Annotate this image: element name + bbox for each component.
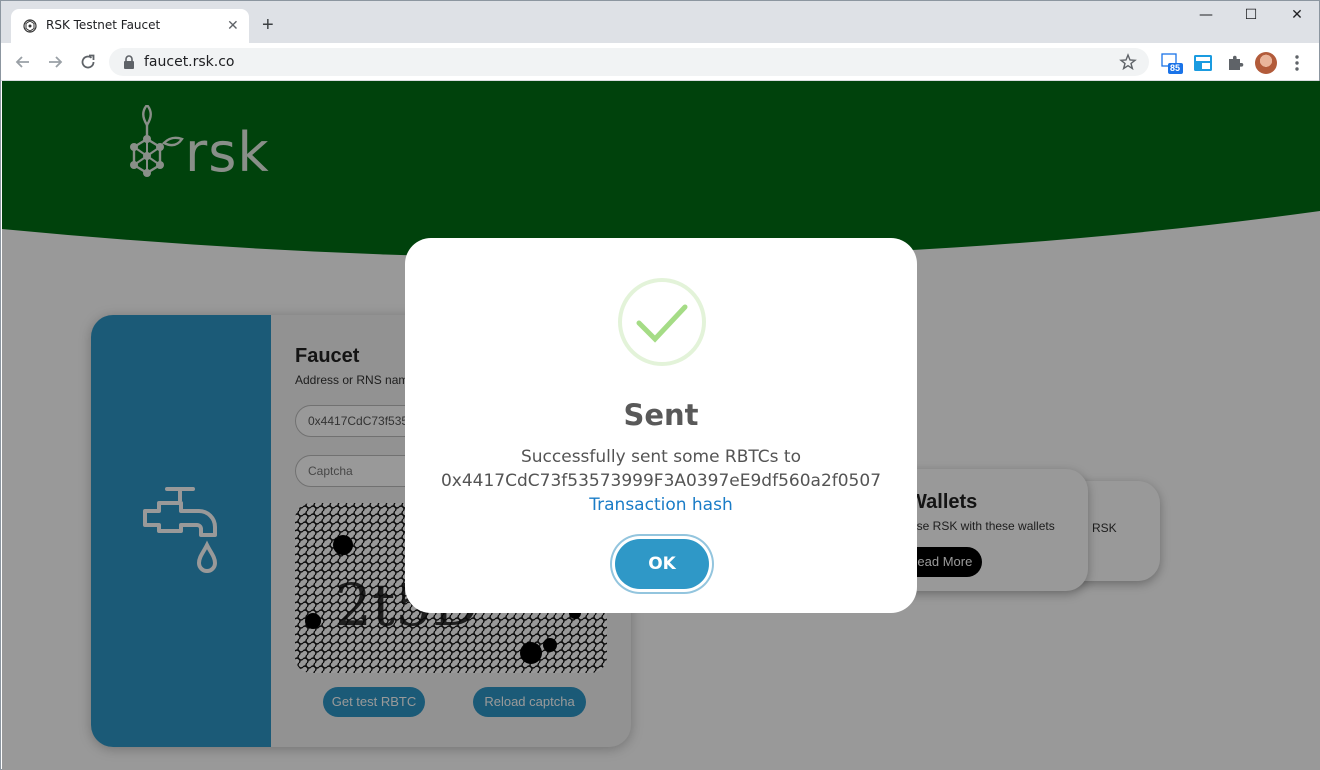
- transaction-hash-link[interactable]: Transaction hash: [405, 495, 917, 515]
- tab-close-icon[interactable]: ✕: [227, 18, 239, 32]
- tab-manager-icon[interactable]: [1193, 53, 1213, 73]
- maximize-button[interactable]: ☐: [1231, 7, 1271, 27]
- browser-toolbar: faucet.rsk.co 85: [1, 43, 1319, 81]
- reload-icon[interactable]: [78, 52, 98, 72]
- browser-menu-icon[interactable]: [1293, 53, 1301, 73]
- forward-icon[interactable]: [45, 52, 65, 72]
- url-text: faucet.rsk.co: [144, 54, 235, 70]
- extension-counter-icon[interactable]: 85: [1161, 53, 1183, 74]
- minimize-button[interactable]: —: [1186, 7, 1226, 27]
- back-icon[interactable]: [13, 52, 33, 72]
- extensions-puzzle-icon[interactable]: [1225, 53, 1245, 73]
- modal-title: Sent: [623, 398, 699, 432]
- success-modal: Sent Successfully sent some RBTCs to 0x4…: [405, 238, 917, 613]
- checkmark-icon: [618, 278, 706, 366]
- rsk-favicon-icon: [23, 19, 37, 33]
- bookmark-star-icon[interactable]: [1119, 53, 1137, 71]
- browser-tab[interactable]: RSK Testnet Faucet ✕: [11, 9, 249, 43]
- tab-title: RSK Testnet Faucet: [46, 18, 161, 32]
- profile-avatar[interactable]: [1255, 52, 1277, 74]
- browser-window: RSK Testnet Faucet ✕ + — ☐ ✕ faucet.rsk.…: [0, 0, 1320, 770]
- extension-badge: 85: [1170, 63, 1181, 73]
- new-tab-button[interactable]: +: [262, 15, 274, 35]
- close-window-button[interactable]: ✕: [1277, 7, 1317, 27]
- modal-message: Successfully sent some RBTCs to: [520, 447, 801, 467]
- address-bar[interactable]: faucet.rsk.co: [109, 48, 1149, 76]
- title-bar: RSK Testnet Faucet ✕ + — ☐ ✕: [1, 1, 1319, 43]
- page-content: rsk RSK Wallets Use RSK with these walle…: [2, 81, 1320, 770]
- lock-icon: [124, 55, 134, 69]
- modal-address: 0x4417CdC73f53573999F3A0397eE9df560a2f05…: [440, 471, 882, 491]
- ok-button[interactable]: OK: [615, 539, 709, 589]
